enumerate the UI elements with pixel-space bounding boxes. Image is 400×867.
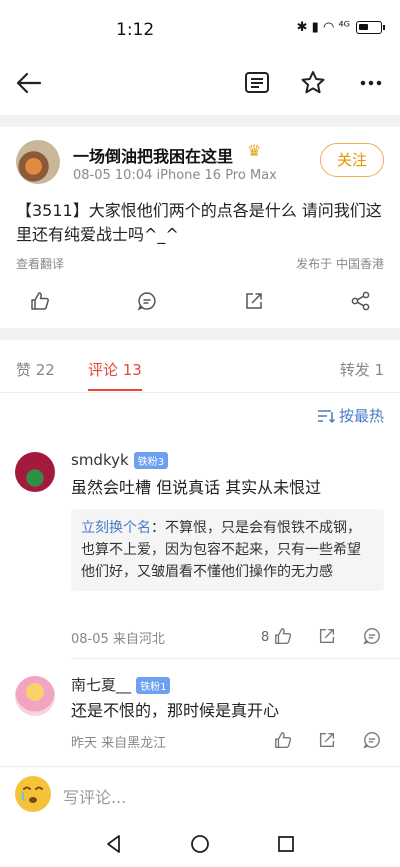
follow-button[interactable]: 关注 (320, 143, 384, 177)
comment-meta: 08-05 来自河北 (71, 632, 165, 647)
interaction-tabs: 赞 22 评论 13 转发 1 (0, 345, 400, 391)
comment-input-bar (0, 766, 400, 826)
comment-repost-icon[interactable] (317, 730, 337, 750)
fan-badge: 铁粉1 (136, 677, 171, 694)
comment-like-icon[interactable] (273, 730, 293, 750)
commenter-name[interactable]: 南七夏__ (71, 676, 131, 694)
comment-like-icon[interactable] (273, 626, 293, 646)
comment-like-count: 8 (261, 630, 270, 645)
system-recents-icon[interactable] (276, 834, 296, 854)
sort-control[interactable]: 按最热 (317, 405, 384, 426)
posted-from: 发布于 中国香港 (296, 257, 384, 271)
tab-reposts[interactable]: 转发 1 (340, 359, 384, 380)
separator (0, 115, 400, 127)
system-navigation-bar (0, 826, 400, 867)
comment-reply-icon[interactable] (362, 730, 382, 750)
status-time: 1:12 (116, 20, 155, 40)
comment-repost-icon[interactable] (317, 626, 337, 646)
like-icon[interactable] (29, 290, 51, 312)
comment-reply-icon[interactable] (362, 626, 382, 646)
system-status-icons: ✱ ▮ ◠ ⁴ᴳ (296, 20, 350, 35)
comment-meta: 昨天 来自黑龙江 (71, 736, 167, 751)
comment-text: 还是不恨的，那时候是真开心 (71, 701, 280, 720)
commenter-avatar[interactable] (15, 452, 55, 492)
battery-icon (356, 21, 385, 34)
comment-icon[interactable] (136, 290, 158, 312)
post-text: 【3511】大家恨他们两个的点各是什么 请问我们这里还有纯爱战士吗^_^ (16, 201, 382, 244)
divider (0, 392, 400, 393)
comment-input[interactable]: 写评论... (63, 784, 126, 808)
post-meta: 08-05 10:04 iPhone 16 Pro Max (73, 168, 277, 183)
reply-author[interactable]: 立刻换个名 (81, 520, 151, 536)
emoji-icon[interactable] (15, 776, 51, 812)
comment-text: 虽然会吐槽 但说真话 其实从未恨过 (71, 478, 322, 497)
post-actions (0, 286, 400, 316)
repost-icon[interactable] (243, 290, 265, 312)
translate-link[interactable]: 查看翻译 (16, 255, 64, 272)
commenter-header: 南七夏__ 铁粉1 (71, 674, 171, 695)
separator (0, 328, 400, 340)
fan-badge: 铁粉3 (133, 452, 169, 469)
system-back-icon[interactable] (104, 834, 124, 854)
commenter-header: smdkyk 铁粉3 (71, 450, 169, 469)
author-avatar[interactable] (16, 140, 60, 184)
crown-badge-icon: ♛ (247, 141, 262, 160)
commenter-avatar[interactable] (15, 676, 55, 716)
top-nav (0, 56, 400, 112)
system-home-icon[interactable] (190, 834, 210, 854)
reply-preview[interactable]: 立刻换个名：不算恨，只是会有恨铁不成钢，也算不上爱，因为包容不起来，只有一些希望… (71, 509, 384, 591)
star-icon[interactable] (298, 68, 328, 98)
divider (71, 658, 400, 659)
tab-comments[interactable]: 评论 13 (88, 359, 142, 380)
commenter-name[interactable]: smdkyk (71, 451, 129, 469)
active-tab-indicator (88, 389, 142, 391)
status-icons: ✱ ▮ ◠ ⁴ᴳ (296, 20, 385, 35)
back-arrow-icon[interactable] (14, 68, 44, 98)
reader-icon[interactable] (242, 68, 272, 98)
author-name[interactable]: 一场倒油把我困在这里 (73, 143, 233, 167)
tab-likes[interactable]: 赞 22 (16, 359, 55, 380)
share-icon[interactable] (350, 290, 372, 312)
sort-label: 按最热 (338, 407, 384, 425)
more-icon[interactable] (356, 68, 386, 98)
sort-icon (317, 409, 335, 423)
